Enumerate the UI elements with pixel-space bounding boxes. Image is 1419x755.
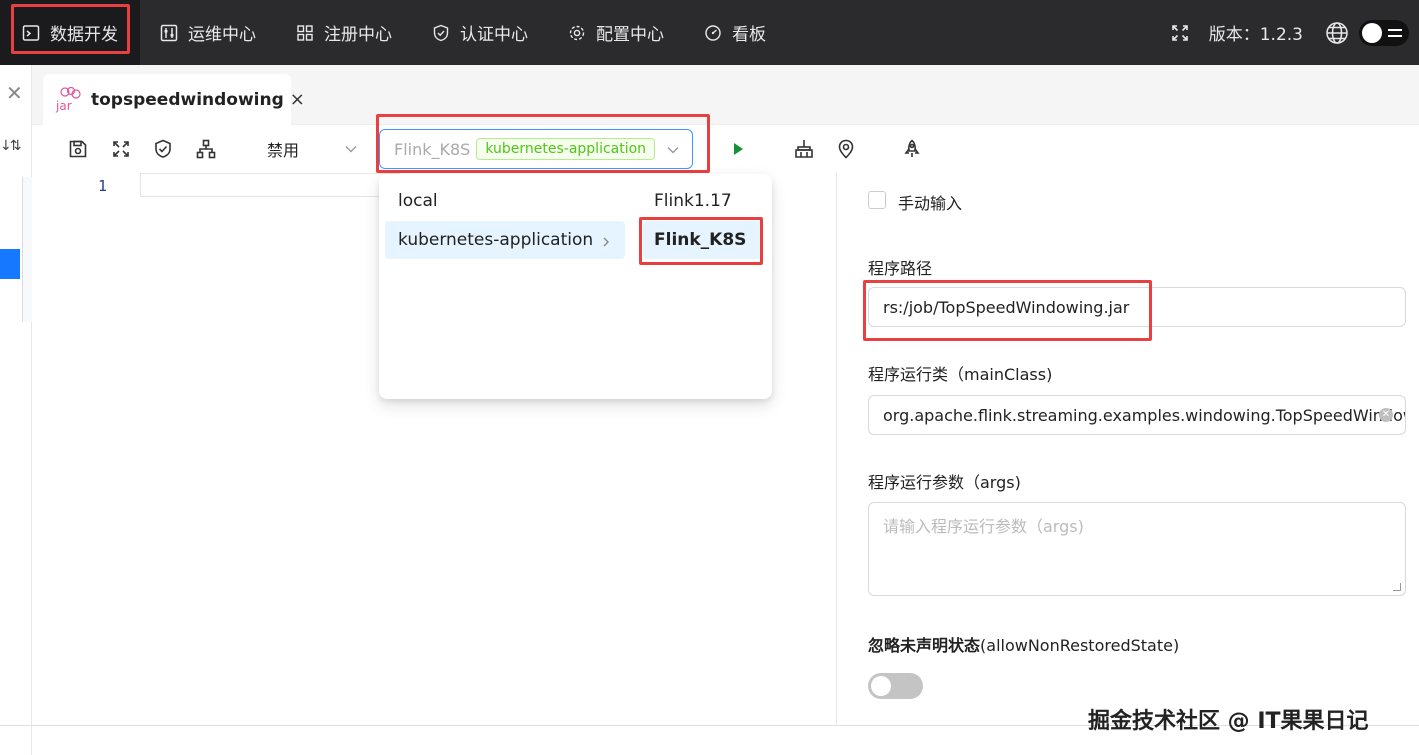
cluster-select-value: Flink_K8S bbox=[394, 139, 471, 159]
save-icon[interactable] bbox=[68, 139, 88, 159]
nav-label: 看板 bbox=[732, 25, 766, 45]
program-path-label: 程序路径 bbox=[868, 259, 933, 278]
program-path-value: rs:/job/TopSpeedWindowing.jar bbox=[883, 297, 1130, 317]
job-config-form: 手动输入 程序路径 rs:/job/TopSpeedWindowing.jar … bbox=[838, 173, 1419, 725]
chevron-down-icon bbox=[344, 141, 358, 155]
left-sidebar-strip: ✕ ↓⇅ bbox=[0, 65, 32, 755]
jar-file-icon: jar bbox=[55, 86, 83, 114]
dag-icon[interactable] bbox=[196, 139, 216, 159]
cascader-option-local[interactable]: local bbox=[385, 184, 625, 218]
check-shield-icon[interactable] bbox=[153, 139, 173, 159]
theme-toggle[interactable] bbox=[1359, 19, 1409, 46]
args-label: 程序运行参数（args) bbox=[868, 473, 1021, 492]
cascader-option-kubernetes-application[interactable]: kubernetes-application bbox=[385, 221, 625, 259]
dashboard-icon bbox=[704, 24, 722, 42]
cluster-type-tag: kubernetes-application bbox=[476, 138, 656, 160]
chevron-down-icon bbox=[666, 142, 680, 156]
broom-icon[interactable] bbox=[793, 139, 813, 159]
switch-knob bbox=[871, 676, 891, 696]
grid-icon bbox=[296, 24, 314, 42]
sliders-icon bbox=[160, 24, 178, 42]
nav-item-dashboard[interactable]: 看板 bbox=[684, 0, 786, 65]
expand-icon[interactable] bbox=[111, 139, 131, 159]
nav-label: 注册中心 bbox=[324, 25, 392, 45]
nav-label: 认证中心 bbox=[460, 25, 528, 45]
option-label: local bbox=[398, 191, 438, 211]
mode-select[interactable]: 禁用 bbox=[252, 131, 367, 167]
resize-handle[interactable] bbox=[1393, 583, 1401, 591]
manual-input-label: 手动输入 bbox=[898, 194, 963, 213]
cascader-option-flink-k8s[interactable]: Flink_K8S bbox=[643, 221, 761, 259]
sidebar-panel-edge bbox=[22, 177, 32, 322]
run-icon[interactable] bbox=[728, 139, 748, 159]
clear-icon[interactable]: ✕ bbox=[1379, 408, 1393, 422]
allow-non-restored-switch[interactable] bbox=[868, 673, 923, 699]
sidebar-active-indicator bbox=[0, 249, 20, 279]
menu-lines-icon bbox=[1388, 28, 1402, 37]
top-nav: 数据开发 运维中心 注册中心 认证中心 配置中心 看板 版本：1.2.3 bbox=[0, 0, 1419, 65]
main-class-value: org.apache.flink.streaming.examples.wind… bbox=[883, 405, 1406, 425]
args-textarea[interactable]: 请输入程序运行参数（args) bbox=[868, 502, 1406, 596]
toggle-knob bbox=[1362, 22, 1382, 43]
location-pin-icon[interactable] bbox=[836, 139, 856, 159]
manual-input-checkbox[interactable] bbox=[868, 191, 886, 209]
version-label: 版本：1.2.3 bbox=[1208, 25, 1303, 45]
tab-label: topspeedwindowing bbox=[91, 89, 284, 110]
nav-item-data-development[interactable]: 数据开发 bbox=[0, 0, 140, 65]
cluster-cascader-dropdown: local kubernetes-application Flink1.17 F… bbox=[379, 174, 772, 399]
jar-icon-text: jar bbox=[55, 99, 72, 113]
gear-icon bbox=[568, 24, 586, 42]
option-label: Flink_K8S bbox=[654, 230, 747, 250]
current-line-highlight bbox=[140, 173, 400, 197]
tab-bar: jar topspeedwindowing × bbox=[32, 65, 1419, 125]
nav-label: 数据开发 bbox=[50, 25, 118, 45]
nav-item-auth-center[interactable]: 认证中心 bbox=[412, 0, 548, 65]
nav-item-registry-center[interactable]: 注册中心 bbox=[276, 0, 412, 65]
program-path-input[interactable]: rs:/job/TopSpeedWindowing.jar bbox=[868, 287, 1406, 327]
line-number: 1 bbox=[98, 177, 108, 195]
nav-label: 运维中心 bbox=[188, 25, 256, 45]
tab-topspeedwindowing[interactable]: jar topspeedwindowing × bbox=[43, 74, 305, 125]
watermark: 掘金技术社区 @ IT果果日记 bbox=[1088, 709, 1369, 734]
main-class-input[interactable]: org.apache.flink.streaming.examples.wind… bbox=[868, 395, 1406, 435]
globe-icon[interactable] bbox=[1325, 21, 1349, 45]
nav-item-config-center[interactable]: 配置中心 bbox=[548, 0, 684, 65]
chevron-right-icon bbox=[601, 233, 611, 247]
cluster-select[interactable]: Flink_K8S kubernetes-application bbox=[379, 129, 693, 169]
allow-label-rest: (allowNonRestoredState) bbox=[980, 636, 1180, 655]
close-icon[interactable]: ✕ bbox=[6, 81, 23, 105]
terminal-icon bbox=[22, 24, 40, 42]
allow-non-restored-label: 忽略未声明状态(allowNonRestoredState) bbox=[868, 632, 1179, 656]
rocket-icon[interactable] bbox=[902, 139, 922, 159]
nav-right: 版本：1.2.3 bbox=[1171, 0, 1419, 65]
fullscreen-icon[interactable] bbox=[1171, 24, 1189, 42]
main-class-label: 程序运行类（mainClass) bbox=[868, 365, 1053, 384]
shield-check-icon bbox=[432, 24, 450, 42]
allow-label-strong: 忽略未声明状态 bbox=[868, 636, 981, 655]
args-placeholder: 请输入程序运行参数（args) bbox=[883, 517, 1084, 536]
mode-select-value: 禁用 bbox=[267, 141, 300, 160]
tab-close-icon[interactable]: × bbox=[290, 89, 305, 110]
option-label: Flink1.17 bbox=[654, 191, 732, 211]
option-label: kubernetes-application bbox=[398, 230, 594, 250]
editor-toolbar: 禁用 Flink_K8S kubernetes-application bbox=[32, 125, 1419, 173]
nav-label: 配置中心 bbox=[596, 25, 664, 45]
cascader-option-flink117[interactable]: Flink1.17 bbox=[643, 184, 761, 218]
nav-item-ops-center[interactable]: 运维中心 bbox=[140, 0, 276, 65]
sort-icon[interactable]: ↓⇅ bbox=[0, 138, 22, 154]
